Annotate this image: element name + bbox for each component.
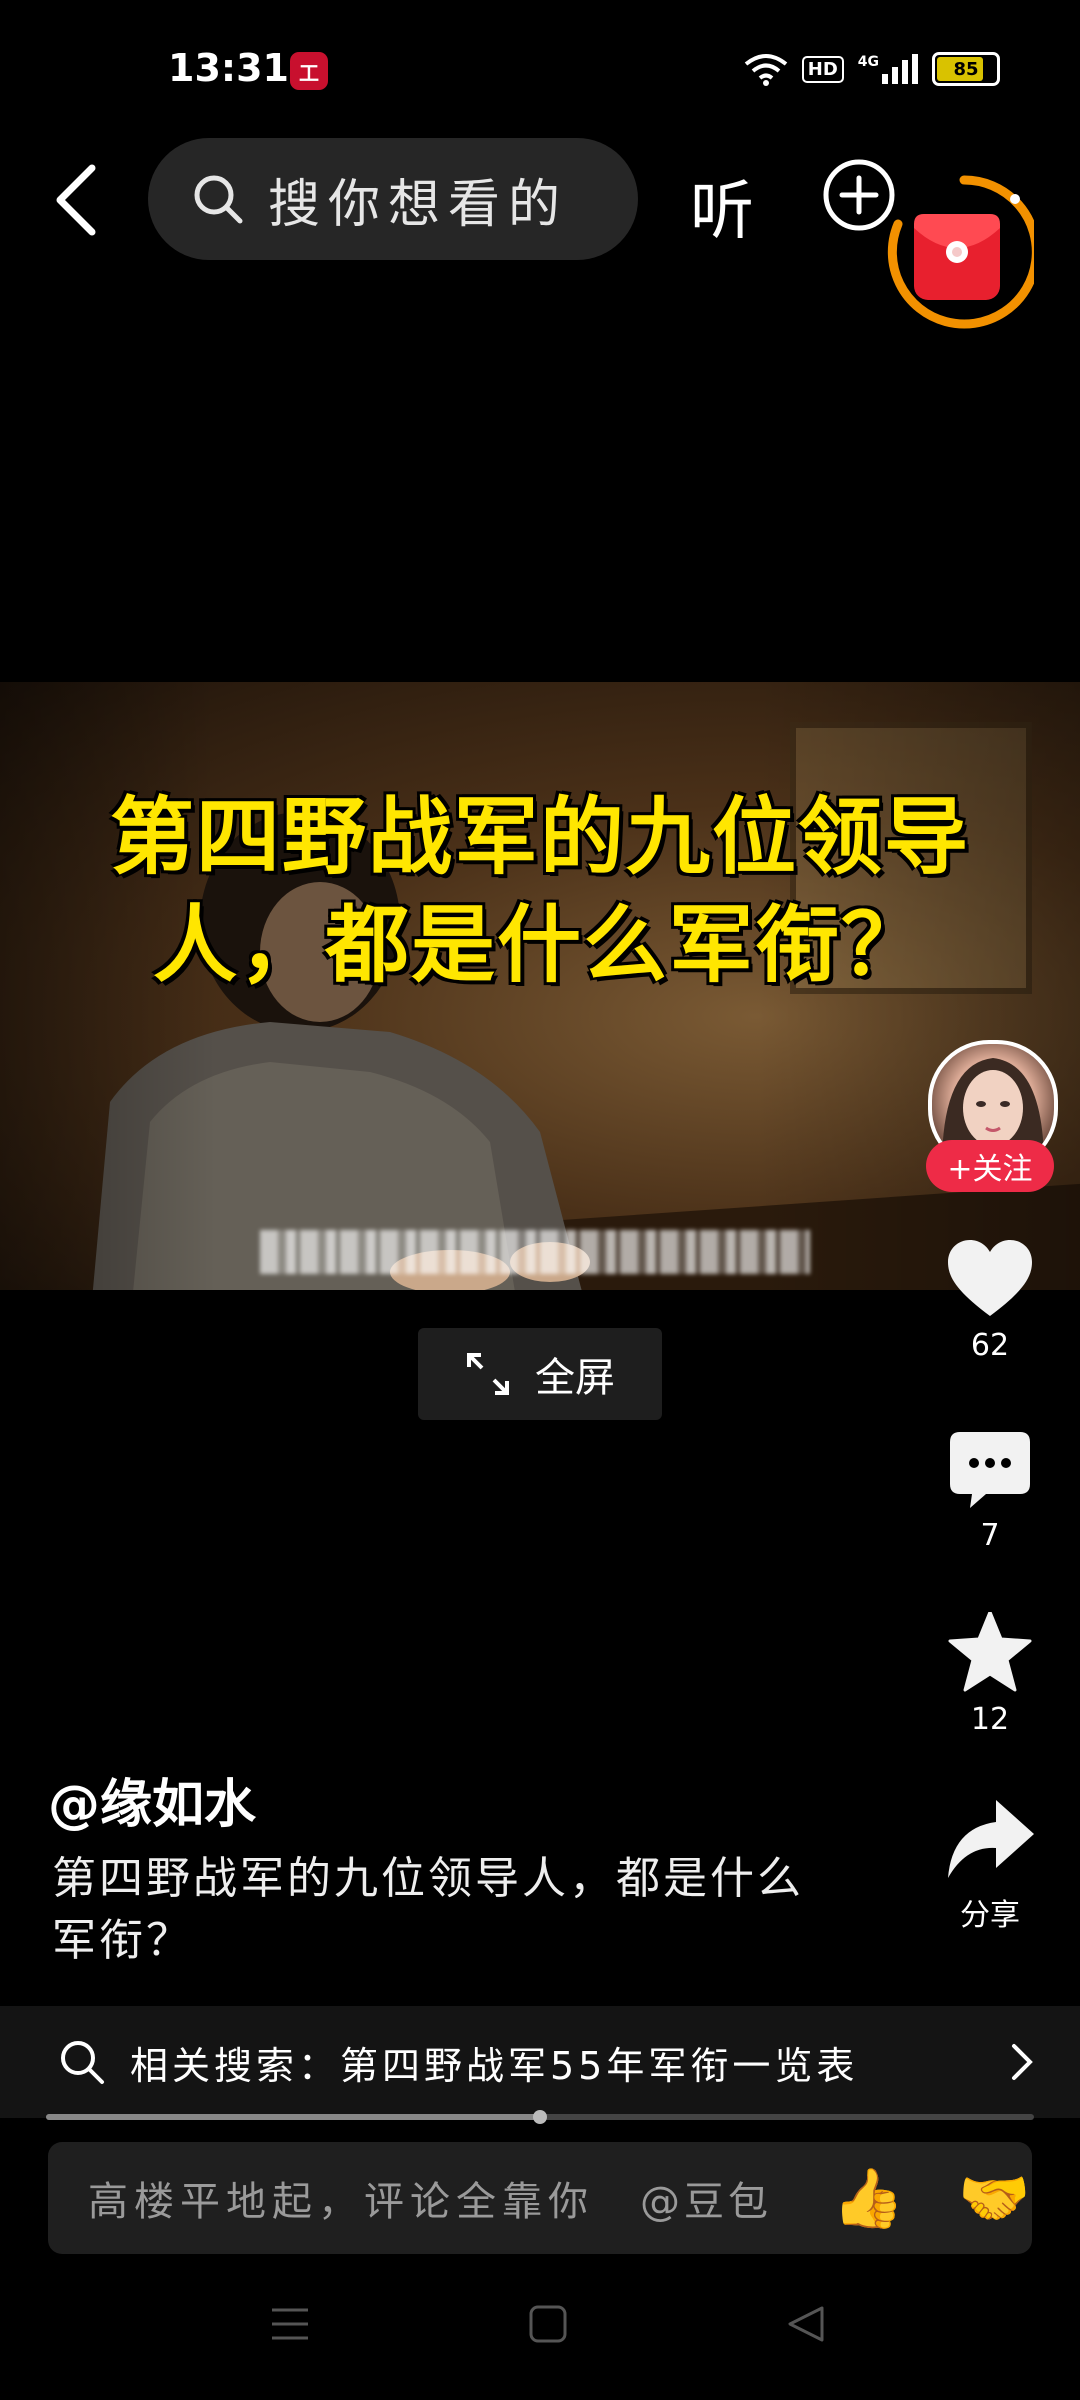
battery-percent: 85	[953, 58, 979, 80]
search-icon	[194, 175, 243, 224]
comment-count: 7	[980, 1518, 1000, 1553]
comment-placeholder: 高楼平地起，评论全靠你	[88, 2179, 594, 2225]
fullscreen-button[interactable]: 全屏	[418, 1328, 662, 1420]
comment-input[interactable]: 高楼平地起，评论全靠你 @豆包 👍 🤝	[48, 2142, 1032, 2254]
like-count: 62	[970, 1328, 1010, 1363]
network-type: 4G	[857, 54, 879, 70]
back-button[interactable]	[48, 160, 104, 240]
related-search-bar[interactable]: 相关搜索：第四野战军55年军衔一览表	[0, 2006, 1080, 2118]
comment-button[interactable]: 7	[930, 1432, 1050, 1553]
favorite-button[interactable]: 12	[930, 1612, 1050, 1737]
video-subtitle-blurred	[260, 1230, 810, 1274]
home-nav-button[interactable]	[528, 2304, 568, 2344]
video-player[interactable]: 第四野战军的九位领导 人，都是什么军衔？	[0, 682, 1080, 1290]
battery-icon: 85	[932, 52, 1000, 86]
status-time: 13:31	[168, 46, 289, 90]
follow-button[interactable]: +关注	[926, 1140, 1054, 1192]
listen-button[interactable]: 听	[690, 160, 754, 252]
video-progress-handle[interactable]	[533, 2110, 547, 2124]
status-icons: HD 4G 85	[744, 52, 1000, 86]
handshake-emoji-button[interactable]: 🤝	[958, 2164, 1030, 2233]
search-placeholder: 搜你想看的	[268, 174, 569, 235]
share-arrow-icon	[948, 1800, 1034, 1878]
cellular-signal: 4G	[858, 54, 918, 84]
mention-doubao-button[interactable]: @豆包	[640, 2169, 772, 2227]
heart-icon	[948, 1240, 1032, 1316]
related-search-text: 相关搜索：第四野战军55年军衔一览表	[130, 2043, 859, 2088]
video-progress-fill	[46, 2114, 540, 2120]
search-input[interactable]: 搜你想看的	[148, 138, 638, 260]
back-nav-button[interactable]	[786, 2304, 826, 2344]
expand-icon	[467, 1353, 509, 1395]
chevron-right-icon	[1012, 2044, 1033, 2080]
menu-nav-button[interactable]	[270, 2304, 310, 2344]
signal-bars-icon	[882, 54, 918, 84]
like-button[interactable]: 62	[930, 1240, 1050, 1363]
author-name[interactable]: @缘如水	[48, 1762, 256, 1837]
wifi-icon	[744, 54, 787, 86]
notification-dot	[1010, 194, 1020, 204]
favorite-count: 12	[970, 1702, 1010, 1737]
comment-icon	[950, 1432, 1030, 1508]
video-title-line-2: 人，都是什么军衔？	[152, 896, 927, 994]
hd-badge: HD	[801, 55, 844, 83]
thumbs-up-emoji-button[interactable]: 👍	[832, 2164, 904, 2233]
red-envelope-icon	[914, 214, 1000, 300]
fullscreen-label: 全屏	[535, 1355, 615, 1401]
bank-app-icon: 工	[290, 52, 328, 90]
post-caption: 第四野战军的九位领导人，都是什么军衔？	[52, 1853, 804, 1966]
video-title-line-1: 第四野战军的九位领导	[109, 788, 970, 886]
share-button[interactable]: 分享	[930, 1800, 1050, 1934]
share-label: 分享	[960, 1898, 1020, 1933]
star-icon	[948, 1612, 1032, 1692]
search-icon	[61, 2041, 104, 2084]
